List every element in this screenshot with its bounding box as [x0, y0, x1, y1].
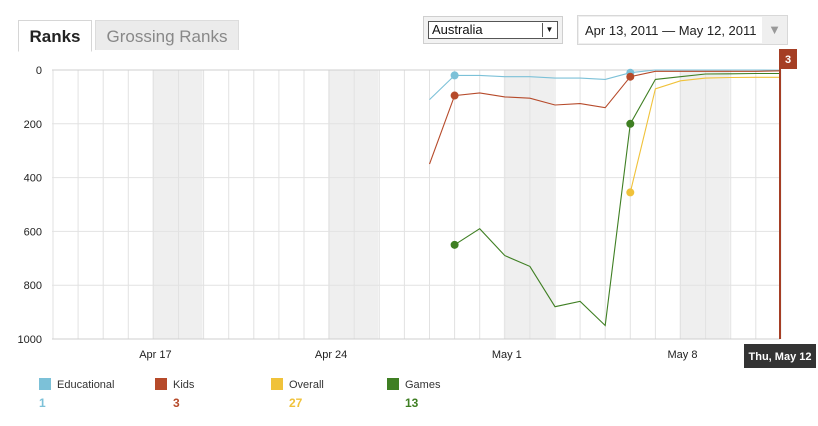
- series-point-overall: [626, 188, 635, 197]
- legend-value: 1: [39, 396, 46, 410]
- legend-swatch: [39, 378, 51, 390]
- weekend-band: [328, 70, 379, 339]
- y-tick-label: 600: [24, 226, 42, 238]
- series-point-games: [626, 119, 635, 128]
- legend-label: Games: [405, 379, 441, 391]
- y-tick-label: 400: [24, 173, 42, 185]
- series-line-games: [454, 72, 781, 327]
- legend-item-educational[interactable]: Educational 1: [39, 378, 115, 410]
- y-tick-label: 200: [24, 119, 42, 131]
- weekend-band: [503, 70, 554, 339]
- legend-item-kids[interactable]: Kids 3: [155, 378, 195, 410]
- y-tick-label: 800: [24, 280, 42, 292]
- legend-label: Kids: [173, 379, 195, 391]
- series-point-kids: [626, 72, 635, 81]
- rank-chart: 0 200 400 600 800 1000 Apr 17 Apr 24 May 1 May 8 3…: [18, 49, 816, 368]
- legend-value: 3: [173, 396, 180, 410]
- current-date-tag-label: Thu, May 12: [749, 351, 812, 363]
- current-rank-badge-label: 3: [785, 54, 791, 66]
- legend-swatch: [387, 378, 399, 390]
- series-point-educational: [450, 71, 459, 80]
- x-tick-label: Apr 24: [315, 349, 347, 361]
- legend-value: 27: [289, 396, 303, 410]
- weekend-band: [152, 70, 203, 339]
- legend-value: 13: [405, 396, 419, 410]
- legend-label: Overall: [289, 379, 324, 391]
- series-point-games: [450, 240, 459, 249]
- y-tick-label: 0: [36, 65, 42, 77]
- legend-swatch: [271, 378, 283, 390]
- legend-item-games[interactable]: Games 13: [387, 378, 441, 410]
- x-tick-label: May 8: [668, 349, 698, 361]
- y-tick-label: 1000: [18, 334, 42, 346]
- series-point-kids: [450, 91, 459, 100]
- legend-swatch: [155, 378, 167, 390]
- x-tick-label: May 1: [492, 349, 522, 361]
- legend-label: Educational: [57, 379, 115, 391]
- x-tick-label: Apr 17: [139, 349, 171, 361]
- tab-ranks[interactable]: Ranks: [18, 20, 92, 52]
- weekend-band: [679, 70, 730, 339]
- legend-item-overall[interactable]: Overall 27: [271, 378, 324, 410]
